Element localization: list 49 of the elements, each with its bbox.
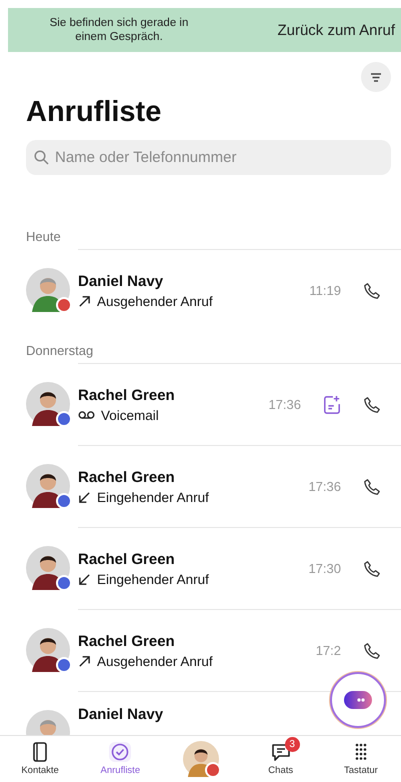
nav-tab[interactable]: Chats 3 [240,736,321,782]
page-title: Anrufliste [26,96,162,129]
call-type: Voicemail [101,408,159,422]
call-banner[interactable]: Sie befinden sich gerade in einem Gespräch. Zurück zum Anruf [8,8,401,52]
arrow-up-right-icon [78,294,91,308]
call-time: 17:36 [308,479,341,494]
phone-icon[interactable] [363,478,381,496]
call-type: Eingehender Anruf [97,490,209,504]
contact-name: Rachel Green [78,386,175,404]
contact-name: Daniel Navy [78,272,164,290]
contact-name: Rachel Green [78,632,176,650]
phone-icon[interactable] [363,282,381,300]
call-history-icon [109,742,132,762]
voicemail-icon [78,410,95,420]
call-time: 17:2 [316,643,341,658]
phone-icon[interactable] [363,642,381,660]
contact-name: Rachel Green [78,468,176,486]
nav-tab[interactable]: Tastatur [320,736,401,782]
call-time: 17:30 [308,561,341,576]
phone-icon[interactable] [363,560,381,578]
assistant-button[interactable] [330,672,386,728]
nav-tab[interactable]: Anrufliste [80,736,160,782]
filter-icon [370,72,382,82]
arrow-down-left-icon [78,490,91,504]
call-type: Ausgehender Anruf [97,654,213,668]
call-type: Ausgehender Anruf [97,294,213,308]
chat-bubble-icon [343,690,373,710]
call-row[interactable]: Daniel Navy Ausgehender Anruf 11:19 [78,249,401,331]
search-field[interactable]: Name oder Telefonnummer [26,140,391,175]
arrow-down-left-icon [78,572,91,586]
contact-name: Daniel Navy [78,706,164,723]
unread-badge: 3 [284,737,300,752]
section-header: Donnerstag [26,343,94,358]
contact-name: Rachel Green [78,550,176,568]
call-row[interactable]: Rachel Green Voicemail 17:36 [78,363,401,445]
call-row[interactable]: Rachel Green Eingehender Anruf 17:30 [78,527,401,609]
call-time: 17:36 [268,397,301,412]
transcript-icon[interactable] [323,394,341,414]
nav-tab[interactable]: Kontakte [0,736,80,782]
phone-icon[interactable] [363,396,381,414]
call-row[interactable]: Rachel Green Eingehender Anruf 17:36 [78,445,401,527]
return-to-call-button[interactable]: Zurück zum Anruf [277,22,395,38]
banner-message: Sie befinden sich gerade in einem Gespräch. [48,16,190,44]
section-header: Heute [26,229,62,244]
search-icon [34,150,49,165]
arrow-up-right-icon [78,654,91,668]
filter-button[interactable] [361,62,391,92]
call-type: Eingehender Anruf [97,572,209,586]
call-time: 11:19 [309,283,341,298]
